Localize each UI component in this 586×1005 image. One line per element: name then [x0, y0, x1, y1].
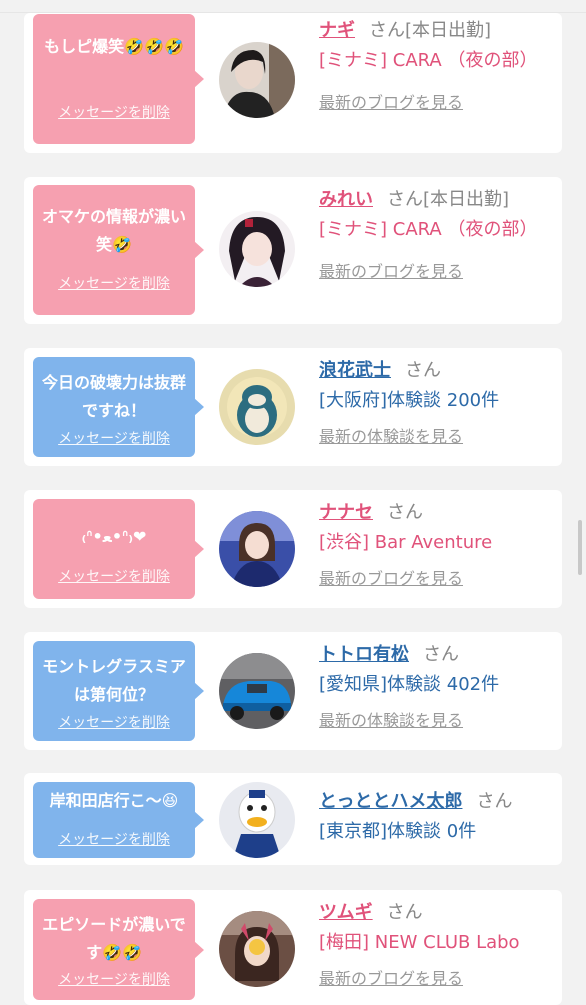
- user-info: トトロ有松 さん [愛知県]体験談 402件 最新の体験談を見る: [319, 640, 555, 733]
- user-name-link[interactable]: トトロ有松: [319, 644, 409, 665]
- avatar[interactable]: [219, 211, 295, 287]
- message-card: もしピ爆笑🤣🤣🤣 メッセージを削除 ナギ さん[本日出勤] [ミナミ] CARA …: [24, 13, 562, 153]
- delete-message-link[interactable]: メッセージを削除: [33, 102, 195, 122]
- user-info: ツムギ さん [梅田] NEW CLUB Labo 最新のブログを見る: [319, 898, 555, 991]
- latest-link[interactable]: 最新の体験談を見る: [319, 425, 555, 449]
- user-detail: [ミナミ] CARA （夜の部）: [319, 219, 538, 240]
- user-detail: [梅田] NEW CLUB Labo: [319, 932, 520, 953]
- delete-message-link[interactable]: メッセージを削除: [33, 273, 195, 293]
- message-card: モントレグラスミアは第何位？ メッセージを削除 トトロ有松 さん [愛知県]体験談…: [24, 632, 562, 750]
- message-bubble: 今日の破壊力は抜群ですね！ メッセージを削除: [33, 357, 204, 457]
- user-detail: [愛知県]体験談 402件: [319, 674, 500, 695]
- latest-link[interactable]: 最新のブログを見る: [319, 567, 555, 591]
- message-card: ₍ᐢ•ﻌ•ᐢ₎❤ メッセージを削除 ナナセ さん [渋谷] Bar Aventur…: [24, 490, 562, 608]
- message-bubble: モントレグラスミアは第何位？ メッセージを削除: [33, 641, 204, 741]
- honorific: さん: [405, 360, 441, 381]
- message-bubble: 岸和田店行こ〜😆 メッセージを削除: [33, 782, 204, 858]
- top-divider: [0, 0, 586, 13]
- honorific: さん: [387, 189, 423, 210]
- delete-message-link[interactable]: メッセージを削除: [33, 428, 195, 448]
- status-tag: [本日出勤]: [423, 189, 510, 210]
- message-text: オマケの情報が濃い笑🤣: [41, 207, 186, 254]
- message-card: エピソードが濃いです🤣🤣 メッセージを削除 ツムギ さん [梅田] NEW CLU…: [24, 890, 562, 1005]
- message-bubble: オマケの情報が濃い笑🤣 メッセージを削除: [33, 185, 204, 315]
- message-text: もしピ爆笑🤣🤣🤣: [44, 37, 184, 56]
- message-text: 今日の破壊力は抜群ですね！: [41, 373, 186, 420]
- message-text: 岸和田店行こ〜😆: [49, 791, 179, 810]
- latest-link[interactable]: 最新のブログを見る: [319, 967, 555, 991]
- message-bubble: エピソードが濃いです🤣🤣 メッセージを削除: [33, 899, 204, 1000]
- status-tag: [本日出勤]: [405, 20, 492, 41]
- avatar[interactable]: [219, 369, 295, 445]
- honorific: さん: [386, 902, 423, 923]
- user-detail: [大阪府]体験談 200件: [319, 390, 500, 411]
- user-info: みれい さん[本日出勤] [ミナミ] CARA （夜の部） 最新のブログを見る: [319, 185, 555, 284]
- user-name-link[interactable]: みれい: [319, 189, 373, 210]
- user-info: とっととハメ太郎 さん [東京都]体験談 0件: [319, 787, 555, 847]
- user-name-link[interactable]: ナギ: [319, 20, 355, 41]
- honorific: さん: [423, 644, 459, 665]
- message-text: エピソードが濃いです🤣🤣: [42, 915, 186, 962]
- scrollbar[interactable]: [578, 520, 582, 575]
- user-detail: [ミナミ] CARA （夜の部）: [319, 50, 538, 71]
- honorific: さん: [369, 20, 405, 41]
- honorific: さん: [387, 502, 423, 523]
- message-card: オマケの情報が濃い笑🤣 メッセージを削除 みれい さん[本日出勤] [ミナミ] C…: [24, 177, 562, 324]
- message-card: 今日の破壊力は抜群ですね！ メッセージを削除 浪花武士 さん [大阪府]体験談 2…: [24, 348, 562, 466]
- avatar[interactable]: [219, 782, 295, 858]
- user-info: ナギ さん[本日出勤] [ミナミ] CARA （夜の部） 最新のブログを見る: [319, 16, 555, 115]
- user-info: 浪花武士 さん [大阪府]体験談 200件 最新の体験談を見る: [319, 356, 555, 449]
- user-detail: [東京都]体験談 0件: [319, 821, 477, 842]
- delete-message-link[interactable]: メッセージを削除: [33, 829, 195, 849]
- user-detail: [渋谷] Bar Aventure: [319, 532, 493, 553]
- message-card: 岸和田店行こ〜😆 メッセージを削除 とっととハメ太郎 さん [東京都]体験談 0件: [24, 773, 562, 865]
- delete-message-link[interactable]: メッセージを削除: [33, 969, 195, 989]
- avatar[interactable]: [219, 653, 295, 729]
- user-name-link[interactable]: 浪花武士: [319, 360, 391, 381]
- honorific: さん: [476, 791, 513, 812]
- latest-link[interactable]: 最新のブログを見る: [319, 260, 555, 284]
- delete-message-link[interactable]: メッセージを削除: [33, 566, 195, 586]
- message-text: モントレグラスミアは第何位？: [42, 657, 186, 704]
- user-name-link[interactable]: ナナセ: [319, 502, 373, 523]
- latest-link[interactable]: 最新の体験談を見る: [319, 709, 555, 733]
- message-text: ₍ᐢ•ﻌ•ᐢ₎❤: [81, 527, 147, 546]
- latest-link[interactable]: 最新のブログを見る: [319, 91, 555, 115]
- message-bubble: ₍ᐢ•ﻌ•ᐢ₎❤ メッセージを削除: [33, 499, 204, 599]
- avatar[interactable]: [219, 42, 295, 118]
- avatar[interactable]: [219, 511, 295, 587]
- user-info: ナナセ さん [渋谷] Bar Aventure 最新のブログを見る: [319, 498, 555, 591]
- user-name-link[interactable]: ツムギ: [319, 902, 373, 923]
- message-bubble: もしピ爆笑🤣🤣🤣 メッセージを削除: [33, 14, 204, 144]
- delete-message-link[interactable]: メッセージを削除: [33, 712, 195, 732]
- avatar[interactable]: [219, 911, 295, 987]
- user-name-link[interactable]: とっととハメ太郎: [319, 791, 462, 812]
